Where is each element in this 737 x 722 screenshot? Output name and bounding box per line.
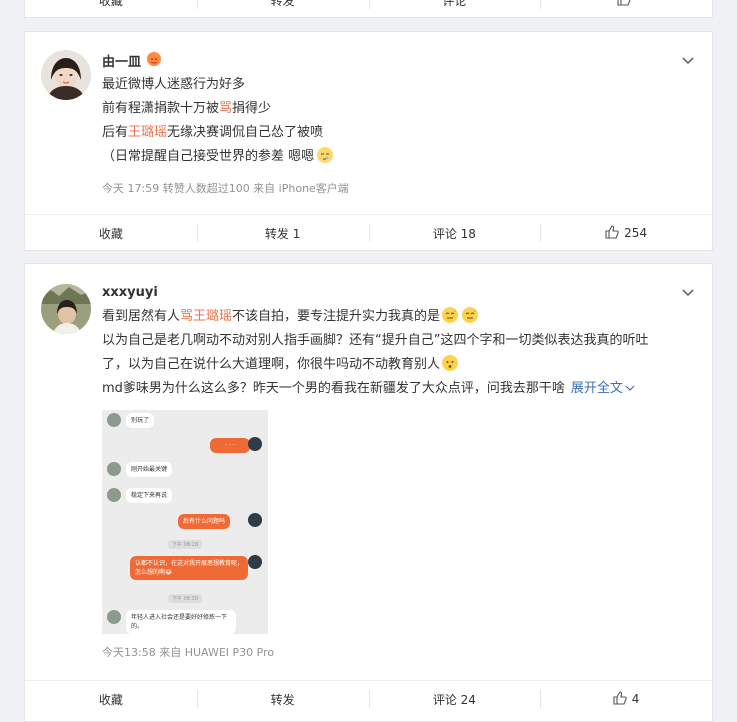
sweat-emoji-icon [462,307,479,323]
previous-post-actions: 收藏 转发 评论 [25,0,712,18]
sleepy-emoji-icon [317,147,334,163]
post-text: 看到居然有人骂王璐瑶不该自拍，要专注提升实力我真的是 以为自己是老几啊动不动对别… [102,307,649,396]
chevron-down-icon [625,385,635,391]
chat-message: 年轻人进入社会还是要好好修炼一下的。 [126,610,236,634]
chat-timestamp: 下午 08:30 [168,594,202,603]
repost-label: 转发 [270,692,295,707]
chat-message: 刚开始最关键 [126,462,173,477]
thinking-emoji-icon [442,355,459,371]
chat-message: 认都不认识，在这对我开展思想教育呢，怎么想的啊😂 [130,556,248,580]
repost-label: 转发 1 [264,226,301,241]
post-meta: 今天 17:59 转赞人数超过100 来自 iPhone客户端 [102,182,349,195]
chat-avatar [248,513,262,527]
username[interactable]: xxxyuyi [102,285,158,300]
post-actions: 收藏 转发 1 评论 18 254 [25,214,712,251]
avatar[interactable] [41,284,91,334]
like-count: 4 [631,692,640,706]
post-actions: 收藏 转发 评论 24 4 [25,680,712,717]
like-button[interactable]: 254 [540,215,712,251]
attached-image[interactable]: 别玩了 · · · 刚开始最关键 稳定下来再说 后有什么问题吗 下午 08:28… [102,410,268,634]
favorite-button[interactable]: 收藏 [25,215,197,251]
post-card-1: 由一皿 最近微博人迷惑行为好多 前有程潇捐款十万被骂捐得少 后有王璐瑶无缘决赛调… [24,31,713,251]
thumbs-up-icon [613,690,627,708]
favorite-button[interactable]: 收藏 [25,0,197,18]
chat-avatar [248,437,262,451]
comment-button[interactable]: 评论 18 [368,215,541,251]
thumbs-up-icon [617,0,631,9]
chevron-down-icon[interactable] [681,54,695,68]
comment-label: 评论 24 [432,692,476,707]
chat-message: · · · [210,438,250,453]
chat-message: 后有什么问题吗 [178,514,231,529]
favorite-label: 收藏 [98,226,123,241]
chat-message: 稳定下来再说 [126,488,173,503]
like-count: 254 [624,226,648,240]
avatar[interactable] [41,50,91,100]
like-button[interactable] [540,0,712,18]
like-button[interactable]: 4 [540,681,712,717]
sweat-emoji-icon [442,307,459,323]
repost-button[interactable]: 转发 [196,0,369,18]
chat-message: 别玩了 [126,413,155,428]
favorite-button[interactable]: 收藏 [25,681,197,717]
expand-full-text-link[interactable]: 展开全文 [571,381,635,396]
thumbs-up-icon [605,224,619,242]
post-meta: 今天13:58 来自 HUAWEI P30 Pro [102,646,275,659]
chat-avatar [248,555,262,569]
favorite-label: 收藏 [98,692,123,707]
chat-avatar [107,488,121,502]
comment-button[interactable]: 评论 24 [368,681,541,717]
chat-avatar [107,610,121,624]
repost-button[interactable]: 转发 [196,681,369,717]
chat-avatar [107,413,121,427]
favorite-label: 收藏 [98,0,123,8]
comment-label: 评论 [442,0,467,8]
vip-badge-icon [147,52,161,66]
chat-avatar [107,462,121,476]
post-text: 最近微博人迷惑行为好多 前有程潇捐款十万被骂捐得少 后有王璐瑶无缘决赛调侃自己怂… [102,73,334,169]
comment-button[interactable]: 评论 [368,0,541,18]
post-card-2: xxxyuyi 看到居然有人骂王璐瑶不该自拍，要专注提升实力我真的是 以为自己是… [24,263,713,722]
comment-label: 评论 18 [432,226,476,241]
previous-post-card: 收藏 转发 评论 [24,0,713,18]
repost-button[interactable]: 转发 1 [196,215,369,251]
chat-timestamp: 下午 08:28 [168,540,202,549]
username[interactable]: 由一皿 [102,51,141,70]
repost-label: 转发 [270,0,295,8]
chevron-down-icon[interactable] [681,286,695,300]
